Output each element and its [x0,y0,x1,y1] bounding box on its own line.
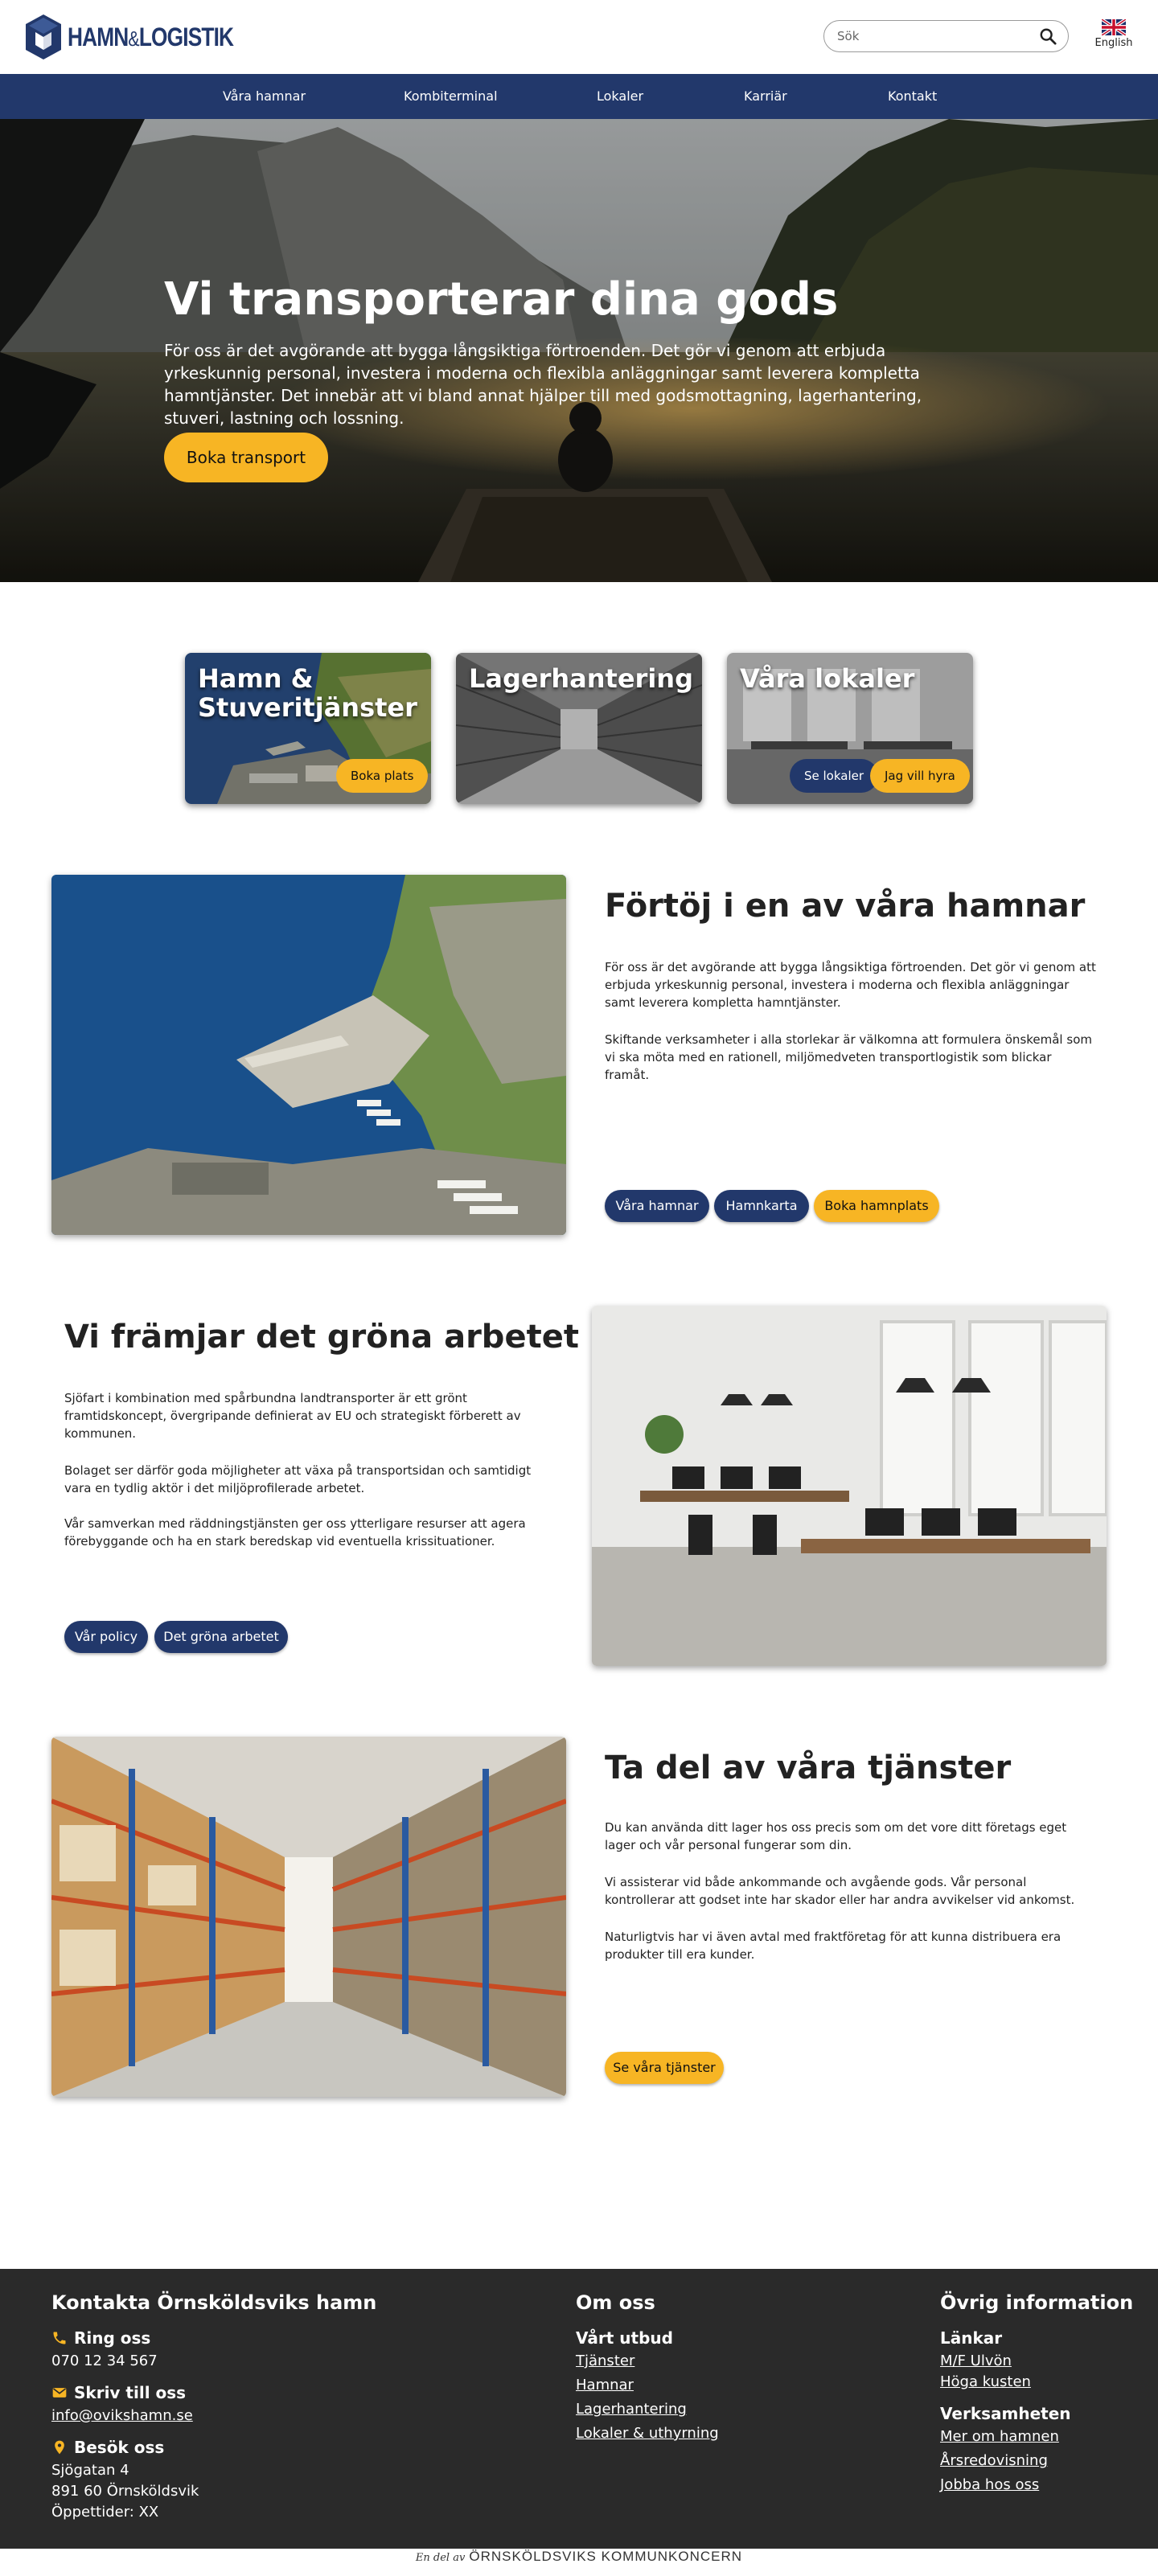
footer-link-arsredovisning[interactable]: Årsredovisning [940,2452,1048,2469]
warehouse-shelves-photo [51,1737,566,2097]
card-title: Våra lokaler [740,663,915,694]
search-input[interactable] [837,29,1039,43]
footer-call-label: Ring oss [51,2328,150,2348]
footer-business-heading: Verksamheten [940,2404,1071,2423]
harbor-aerial-photo [51,875,566,1235]
footer-write-label: Skriv till oss [51,2383,186,2402]
nav-item-kontakt[interactable]: Kontakt [888,74,937,119]
footer-link-mf-ulvon[interactable]: M/F Ulvön [940,2352,1012,2369]
nav-item-karriar[interactable]: Karriär [744,74,787,119]
footer-address-line: Sjögatan 4 [51,2462,129,2479]
section-paragraph: Skiftande verksamheter i alla storlekar … [605,1032,1092,1082]
section-paragraph: Sjöfart i kombination med spårbundna lan… [64,1391,521,1441]
our-policy-button[interactable]: Vår policy [64,1621,148,1653]
language-switch[interactable]: English [1094,19,1134,49]
language-label: English [1094,37,1133,49]
card-title: Lagerhantering [469,663,693,694]
footer-about-heading: Om oss [576,2291,655,2314]
footer-link-tjanster[interactable]: Tjänster [576,2352,634,2369]
hero-title: Vi transporterar dina gods [164,273,839,326]
book-transport-button[interactable]: Boka transport [164,433,328,482]
main-nav: Våra hamnar Kombiterminal Lokaler Karriä… [0,74,1158,119]
phone-icon [53,2332,66,2344]
affiliation-prefix: En del av [415,2552,466,2564]
group-affiliation-bar: En del av ÖRNSKÖLDSVIKS KOMMUNKONCERN [0,2549,1158,2576]
map-pin-icon [55,2440,64,2455]
footer-offer-heading: Vårt utbud [576,2328,673,2348]
section-title: Vi främjar det gröna arbetet [64,1319,579,1356]
affiliation-name[interactable]: ÖRNSKÖLDSVIKS KOMMUNKONCERN [469,2549,742,2564]
nav-item-lokaler[interactable]: Lokaler [597,74,643,119]
want-to-rent-button[interactable]: Jag vill hyra [870,759,970,793]
section-paragraph: Vår samverkan med räddningstjänsten ger … [64,1516,526,1548]
footer-link-jobba-hos-oss[interactable]: Jobba hos oss [940,2476,1039,2493]
book-harbor-spot-button[interactable]: Boka hamnplats [814,1190,939,1222]
section-title: Ta del av våra tjänster [605,1749,1012,1786]
nav-item-vara-hamnar[interactable]: Våra hamnar [223,74,306,119]
site-footer: Kontakta Örnsköldsviks hamn Ring oss 070… [0,2269,1158,2549]
footer-link-hamnar[interactable]: Hamnar [576,2377,634,2393]
section-paragraph: För oss är det avgörande att bygga långs… [605,960,1096,1010]
card-hamn-stuveritjanster[interactable]: Hamn & Stuveritjänster Boka plats [185,653,431,804]
card-vara-lokaler[interactable]: Våra lokaler Se lokaler Jag vill hyra [727,653,973,804]
footer-link-lagerhantering[interactable]: Lagerhantering [576,2401,687,2418]
book-spot-button[interactable]: Boka plats [336,759,429,793]
search-icon[interactable] [1039,27,1057,45]
our-harbors-button[interactable]: Våra hamnar [605,1190,709,1222]
footer-email-link[interactable]: info@ovikshamn.se [51,2407,193,2424]
hero-description: För oss är det avgörande att bygga långs… [164,341,922,428]
card-title: Hamn & Stuveritjänster [198,663,417,723]
section-paragraph: Vi assisterar vid både ankommande och av… [605,1875,1075,1907]
footer-opening-hours: Öppettider: XX [51,2504,159,2521]
footer-link-hoga-kusten[interactable]: Höga kusten [940,2373,1031,2390]
section-paragraph: Bolaget ser därför goda möjligheter att … [64,1463,532,1495]
green-work-button[interactable]: Det gröna arbetet [154,1621,288,1653]
footer-contact-heading: Kontakta Örnsköldsviks hamn [51,2291,377,2314]
uk-flag-icon [1102,19,1126,35]
nav-item-kombiterminal[interactable]: Kombiterminal [404,74,498,119]
harbor-map-button[interactable]: Hamnkarta [714,1190,809,1222]
hero-banner: Vi transporterar dina gods För oss är de… [0,119,1158,582]
footer-phone: 070 12 34 567 [51,2352,158,2369]
see-services-button[interactable]: Se våra tjänster [605,2052,724,2084]
section-paragraph: Du kan använda ditt lager hos oss precis… [605,1820,1067,1852]
footer-links-heading: Länkar [940,2328,1003,2348]
site-header: HAMN&LOGISTIK English [0,0,1158,74]
footer-link-mer-om-hamnen[interactable]: Mer om hamnen [940,2428,1059,2445]
section-paragraph: Naturligtvis har vi även avtal med frakt… [605,1930,1062,1962]
footer-other-heading: Övrig information [940,2291,1134,2314]
search-box [823,20,1069,52]
footer-visit-label: Besök oss [51,2438,164,2457]
card-lagerhantering[interactable]: Lagerhantering [456,653,702,804]
site-logo[interactable]: HAMN&LOGISTIK [24,13,269,61]
office-photo [592,1306,1107,1666]
view-premises-button[interactable]: Se lokaler [790,759,879,793]
logo-wordmark: HAMN&LOGISTIK [68,22,234,51]
envelope-icon [52,2388,67,2398]
footer-link-lokaler[interactable]: Lokaler & uthyrning [576,2425,719,2442]
logo-cube-icon [26,14,61,59]
footer-address-line: 891 60 Örnsköldsvik [51,2483,199,2500]
section-title: Förtöj i en av våra hamnar [605,888,1086,925]
